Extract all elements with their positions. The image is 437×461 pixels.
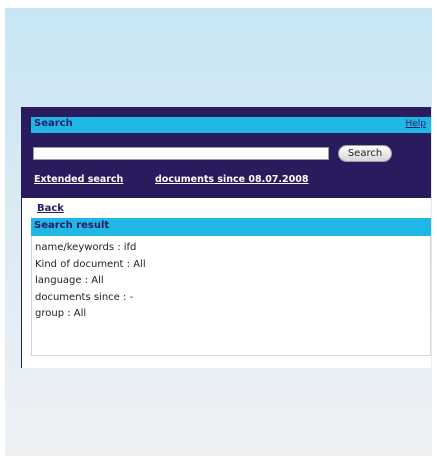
- criteria-item: language : All: [35, 275, 104, 286]
- help-link[interactable]: Help: [405, 119, 426, 129]
- search-button[interactable]: Search: [338, 145, 392, 162]
- criteria-list: name/keywords : ifd Kind of document : A…: [35, 240, 146, 323]
- search-title: Search: [34, 118, 73, 129]
- search-header: Search Help Search Extended search docum…: [22, 107, 431, 198]
- search-title-bar: Search Help: [31, 117, 431, 133]
- back-link[interactable]: Back: [37, 203, 64, 214]
- search-input[interactable]: [33, 147, 329, 160]
- search-result-bar: Search result: [31, 218, 431, 236]
- extended-search-link[interactable]: Extended search: [34, 174, 123, 185]
- criteria-item: name/keywords : ifd: [35, 242, 137, 253]
- criteria-item: documents since : -: [35, 291, 134, 303]
- search-result-title: Search result: [34, 220, 110, 231]
- search-panel: Search Help Search Extended search docum…: [21, 107, 431, 368]
- criteria-item: Kind of document : All: [35, 258, 146, 270]
- search-result-box: name/keywords : ifd Kind of document : A…: [31, 236, 431, 356]
- documents-since-link[interactable]: documents since 08.07.2008: [155, 174, 308, 185]
- criteria-item: group : All: [35, 308, 87, 319]
